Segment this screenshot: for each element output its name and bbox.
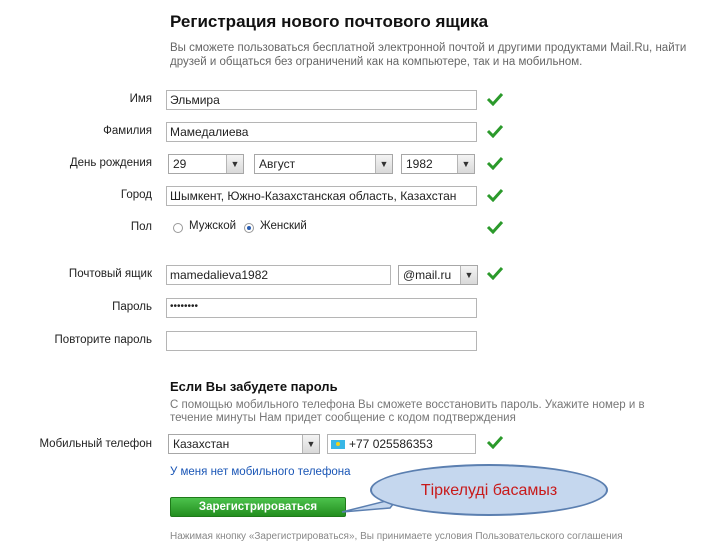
phone-check-icon [486, 435, 504, 449]
city-field[interactable]: Шымкент, Южно-Казахстанская область, Каз… [166, 186, 477, 206]
birthday-label: День рождения [69, 157, 152, 169]
surname-check-icon [486, 124, 504, 138]
password-field[interactable]: •••••••• [166, 298, 477, 318]
no-phone-link[interactable]: У меня нет мобильного телефона [170, 466, 351, 478]
chevron-down-icon[interactable]: ▼ [226, 155, 243, 173]
chevron-down-icon[interactable]: ▼ [460, 266, 477, 284]
chevron-down-icon[interactable]: ▼ [375, 155, 392, 173]
birthday-day-select[interactable]: 29 ▼ [168, 154, 244, 174]
kazakhstan-flag-icon [331, 440, 345, 450]
repeat-password-field[interactable] [166, 331, 477, 351]
repeat-password-label: Повторите пароль [54, 334, 152, 346]
phone-value: +77 025586353 [349, 437, 433, 451]
gender-female-radio[interactable] [244, 223, 254, 233]
gender-male-radio[interactable] [173, 223, 183, 233]
email-label: Почтовый ящик [68, 268, 152, 280]
gender-female-label[interactable]: Женский [260, 220, 307, 232]
birthday-day-value: 29 [173, 157, 187, 171]
intro-text: Вы сможете пользоваться бесплатной элект… [170, 42, 687, 68]
chevron-down-icon[interactable]: ▼ [302, 435, 319, 453]
surname-label: Фамилия [103, 125, 152, 137]
phone-field[interactable]: +77 025586353 [327, 434, 476, 454]
gender-check-icon [486, 220, 504, 234]
city-check-icon [486, 188, 504, 202]
email-domain-value: @mail.ru [403, 268, 452, 282]
country-select[interactable]: Казахстан ▼ [168, 434, 320, 454]
email-check-icon [486, 266, 504, 280]
recovery-title: Если Вы забудете пароль [170, 379, 338, 394]
birthday-month-value: Август [259, 157, 296, 171]
birthday-month-select[interactable]: Август ▼ [254, 154, 393, 174]
callout-bubble: Тіркелуді басамыз [370, 464, 608, 516]
name-check-icon [486, 92, 504, 106]
gender-male-label[interactable]: Мужской [189, 220, 236, 232]
birthday-check-icon [486, 156, 504, 170]
name-field[interactable]: Эльмира [166, 90, 477, 110]
birthday-year-value: 1982 [406, 157, 433, 171]
birthday-year-select[interactable]: 1982 ▼ [401, 154, 475, 174]
register-button[interactable]: Зарегистрироваться [170, 497, 346, 517]
country-value: Казахстан [173, 437, 230, 451]
page-title: Регистрация нового почтового ящика [170, 12, 489, 31]
terms-note: Нажимая кнопку «Зарегистрироваться», Вы … [170, 531, 623, 542]
phone-label: Мобильный телефон [39, 438, 152, 450]
password-label: Пароль [112, 301, 152, 313]
name-label: Имя [129, 93, 152, 105]
chevron-down-icon[interactable]: ▼ [457, 155, 474, 173]
email-domain-select[interactable]: @mail.ru ▼ [398, 265, 478, 285]
city-label: Город [120, 189, 152, 201]
gender-label: Пол [130, 221, 152, 233]
surname-field[interactable]: Мамедалиева [166, 122, 477, 142]
recovery-text: С помощью мобильного телефона Вы сможете… [170, 399, 645, 424]
email-field[interactable]: mamedalieva1982 [166, 265, 391, 285]
